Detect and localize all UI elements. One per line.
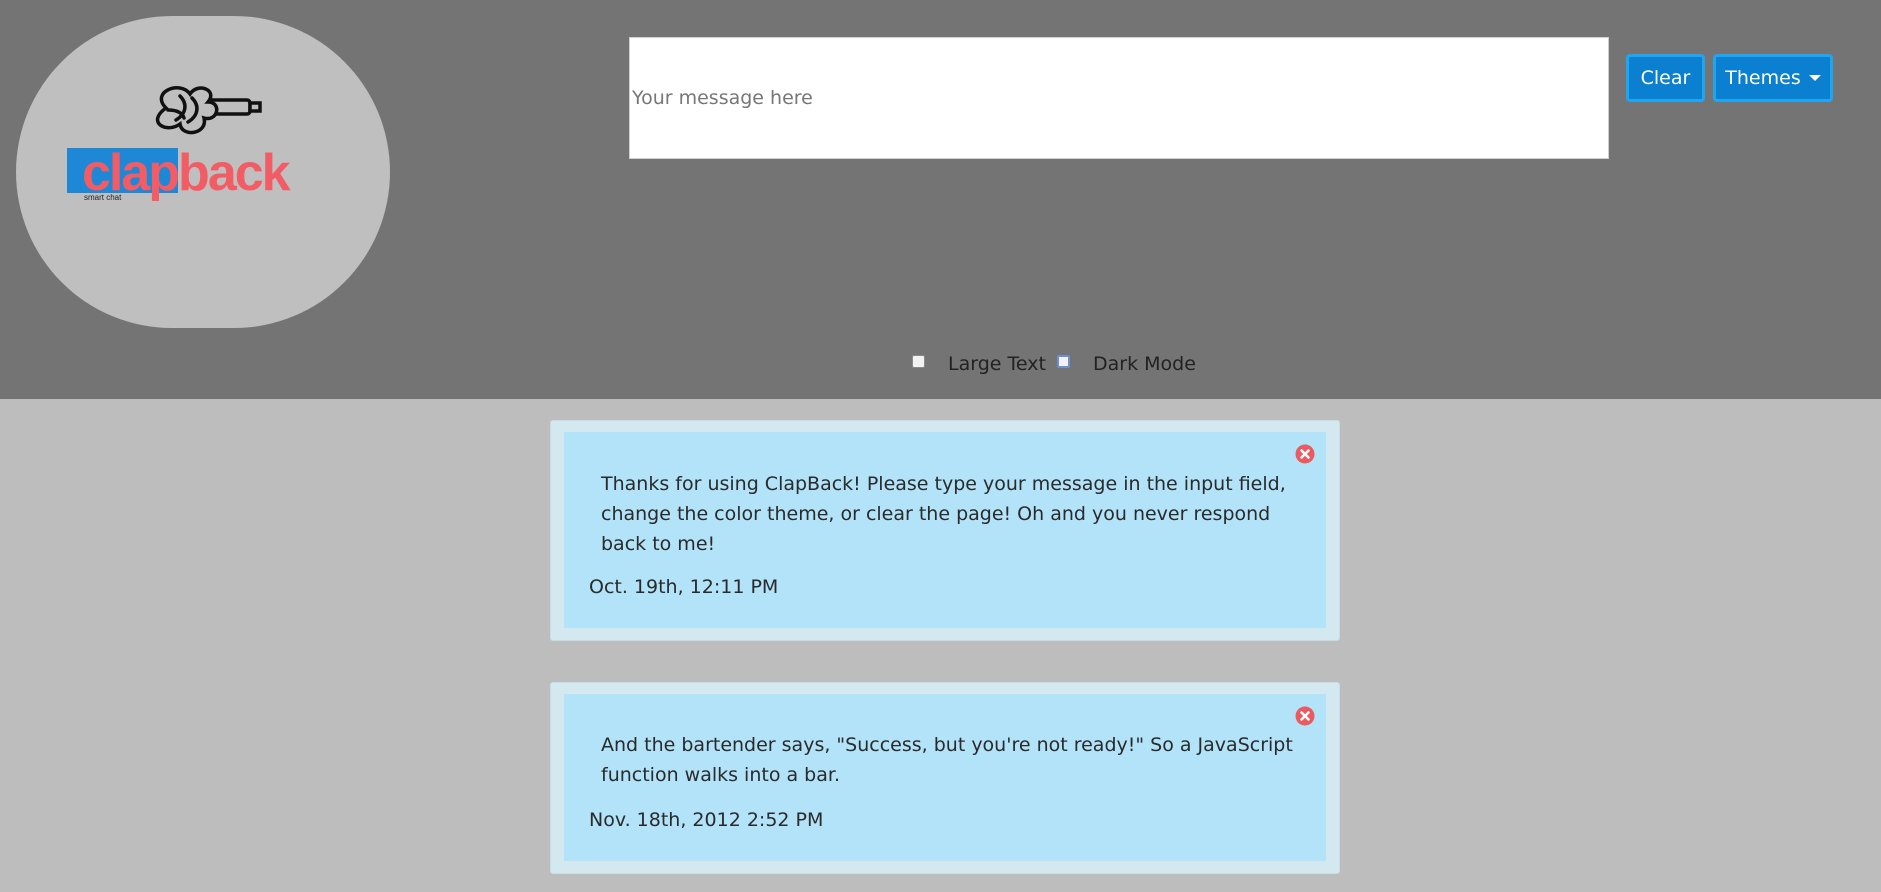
- dark-mode-checkbox[interactable]: [1057, 355, 1070, 368]
- message-timestamp: Nov. 18th, 2012 2:52 PM: [589, 809, 824, 831]
- message-text: Thanks for using ClapBack! Please type y…: [601, 473, 1286, 555]
- logo-wordmark: clapback: [82, 144, 291, 202]
- close-icon[interactable]: [1295, 706, 1315, 726]
- message-input[interactable]: [629, 37, 1609, 159]
- themes-dropdown-button[interactable]: Themes: [1713, 54, 1833, 102]
- app-header: clapback smart chat Clear Themes Large T…: [0, 0, 1881, 399]
- microphone-icon: [155, 86, 262, 135]
- message-text: And the bartender says, "Success, but yo…: [601, 734, 1293, 786]
- message-body: And the bartender says, "Success, but yo…: [564, 694, 1326, 861]
- logo: clapback smart chat: [16, 16, 390, 328]
- logo-tagline: smart chat: [84, 193, 122, 202]
- themes-button-label: Themes: [1725, 67, 1801, 89]
- large-text-label: Large Text: [948, 353, 1046, 375]
- clear-button-label: Clear: [1640, 67, 1691, 89]
- dark-mode-label: Dark Mode: [1093, 353, 1196, 375]
- message-timestamp: Oct. 19th, 12:11 PM: [589, 576, 779, 598]
- caret-down-icon: [1808, 75, 1821, 81]
- clear-button[interactable]: Clear: [1626, 54, 1705, 102]
- large-text-checkbox[interactable]: [912, 355, 925, 368]
- message-body: Thanks for using ClapBack! Please type y…: [564, 432, 1326, 628]
- close-icon[interactable]: [1295, 444, 1315, 464]
- message-card: Thanks for using ClapBack! Please type y…: [550, 420, 1340, 641]
- message-card: And the bartender says, "Success, but yo…: [550, 682, 1340, 874]
